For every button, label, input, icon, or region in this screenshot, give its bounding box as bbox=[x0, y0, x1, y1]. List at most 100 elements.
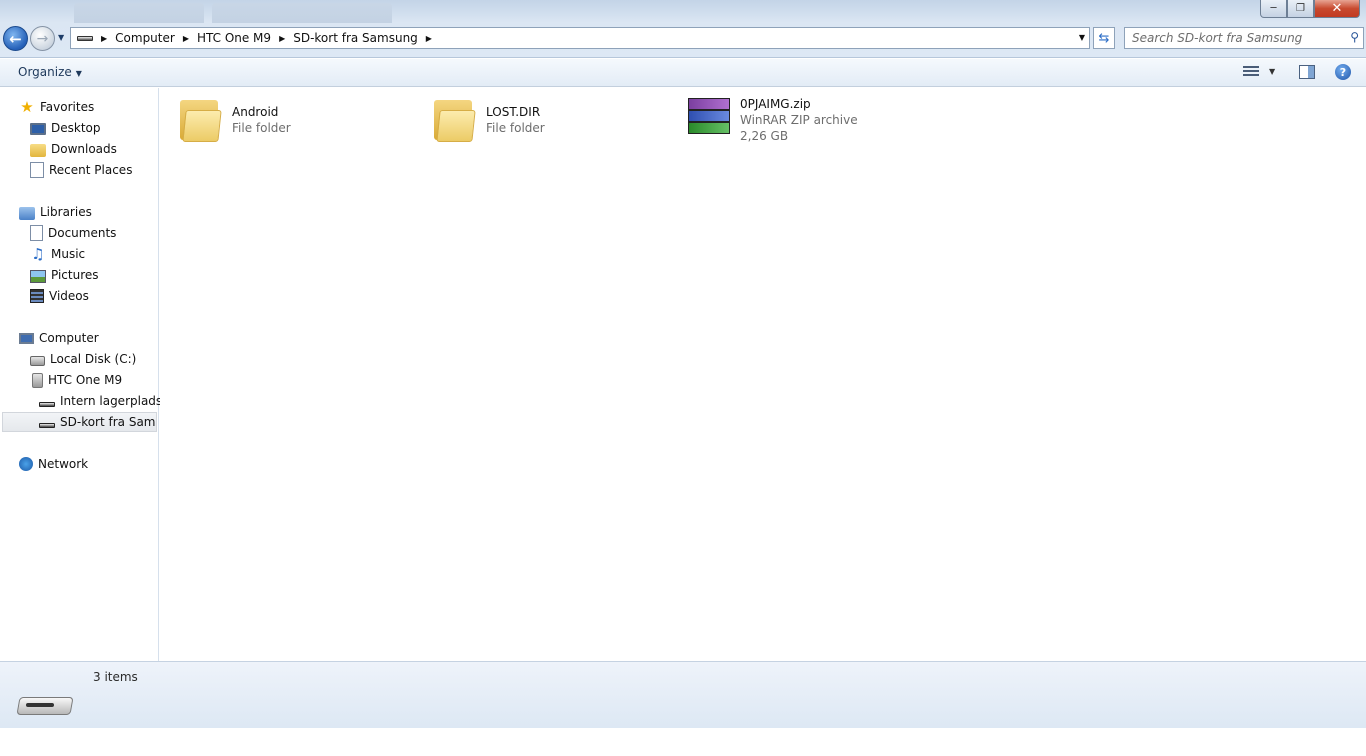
file-name: 0PJAIMG.zip bbox=[740, 97, 811, 111]
nav-label: Videos bbox=[49, 289, 89, 303]
network-icon bbox=[19, 457, 33, 471]
nav-label: Favorites bbox=[40, 100, 95, 114]
local-disk-icon bbox=[30, 356, 45, 366]
details-pane: 3 items bbox=[0, 661, 1366, 728]
nav-label: Music bbox=[51, 247, 86, 261]
nav-item-desktop[interactable]: Desktop bbox=[30, 118, 101, 138]
nav-label: HTC One M9 bbox=[48, 373, 123, 387]
title-bar: ─ ❐ ✕ ← → ▼ ▶ Computer ▶ HTC One M9 ▶ SD… bbox=[0, 0, 1366, 58]
caption-buttons: ─ ❐ ✕ bbox=[1260, 0, 1360, 18]
file-type: File folder bbox=[486, 121, 545, 135]
nav-item-music[interactable]: ♫ Music bbox=[30, 244, 85, 264]
window-bottom bbox=[0, 728, 1366, 756]
preview-pane-button[interactable] bbox=[1299, 65, 1315, 79]
chevron-right-icon[interactable]: ▶ bbox=[101, 34, 107, 43]
drive-icon bbox=[39, 401, 55, 407]
help-icon: ? bbox=[1339, 65, 1347, 79]
drive-icon bbox=[39, 422, 55, 428]
phone-icon bbox=[32, 372, 43, 388]
nav-item-htc-one-m9[interactable]: HTC One M9 bbox=[30, 370, 122, 390]
file-item-android[interactable]: Android File folder bbox=[180, 96, 400, 152]
nav-label: Libraries bbox=[40, 205, 92, 219]
nav-libraries[interactable]: Libraries bbox=[19, 202, 92, 222]
file-item-lost-dir[interactable]: LOST.DIR File folder bbox=[434, 96, 654, 152]
search-icon[interactable]: ⚲ bbox=[1350, 30, 1359, 44]
music-icon: ♫ bbox=[31, 245, 45, 263]
nav-label: Computer bbox=[39, 331, 99, 345]
drive-icon bbox=[77, 35, 93, 41]
nav-item-pictures[interactable]: Pictures bbox=[30, 265, 99, 285]
view-options-dropdown[interactable]: ▼ bbox=[1269, 67, 1275, 76]
search-input[interactable]: Search SD-kort fra Samsung ⚲ bbox=[1124, 27, 1364, 49]
nav-label: Recent Places bbox=[49, 163, 133, 177]
nav-item-local-disk[interactable]: Local Disk (C:) bbox=[30, 349, 136, 369]
chevron-right-icon[interactable]: ▶ bbox=[279, 34, 285, 43]
file-type: File folder bbox=[232, 121, 291, 135]
refresh-button[interactable]: ⇆ bbox=[1093, 27, 1115, 49]
nav-item-sd-kort[interactable]: SD-kort fra Samsu bbox=[2, 412, 157, 432]
nav-item-videos[interactable]: Videos bbox=[30, 286, 89, 306]
organize-button[interactable]: Organize ▼ bbox=[18, 65, 82, 79]
folder-icon bbox=[434, 96, 476, 144]
nav-computer[interactable]: Computer bbox=[19, 328, 99, 348]
videos-icon bbox=[30, 289, 44, 303]
navigation-pane: ★ Favorites Desktop Downloads Recent Pla… bbox=[0, 88, 162, 661]
search-placeholder: Search SD-kort fra Samsung bbox=[1132, 31, 1303, 45]
pictures-icon bbox=[30, 269, 46, 283]
nav-item-intern-lagerplads[interactable]: Intern lagerplads bbox=[39, 391, 162, 411]
file-type: WinRAR ZIP archive bbox=[740, 113, 858, 127]
star-icon: ★ bbox=[20, 98, 34, 116]
item-count: 3 items bbox=[93, 670, 138, 684]
minimize-button[interactable]: ─ bbox=[1260, 0, 1287, 18]
forward-button[interactable]: → bbox=[30, 26, 55, 51]
downloads-folder-icon bbox=[30, 143, 46, 157]
nav-label: Documents bbox=[48, 226, 117, 240]
nav-label: Downloads bbox=[51, 142, 117, 156]
back-button[interactable]: ← bbox=[3, 26, 28, 51]
file-list: Android File folder LOST.DIR File folder… bbox=[160, 88, 1366, 661]
chevron-down-icon: ▼ bbox=[75, 69, 82, 78]
address-bar[interactable]: ▶ Computer ▶ HTC One M9 ▶ SD-kort fra Sa… bbox=[70, 27, 1090, 49]
file-item-0pjaimg-zip[interactable]: 0PJAIMG.zip WinRAR ZIP archive 2,26 GB bbox=[688, 88, 928, 144]
chevron-right-icon[interactable]: ▶ bbox=[426, 34, 432, 43]
view-icon-line bbox=[1243, 70, 1259, 72]
nav-item-recent-places[interactable]: Recent Places bbox=[30, 160, 132, 180]
folder-icon bbox=[180, 96, 222, 144]
nav-item-downloads[interactable]: Downloads bbox=[30, 139, 117, 159]
nav-network[interactable]: Network bbox=[19, 454, 88, 474]
chevron-right-icon[interactable]: ▶ bbox=[183, 34, 189, 43]
nav-label: Intern lagerplads bbox=[60, 394, 163, 408]
nav-label: Local Disk (C:) bbox=[50, 352, 137, 366]
view-icon-line bbox=[1243, 74, 1259, 76]
documents-icon bbox=[30, 225, 43, 241]
winrar-archive-icon bbox=[688, 98, 732, 138]
desktop-icon bbox=[30, 123, 46, 135]
close-button[interactable]: ✕ bbox=[1314, 0, 1360, 18]
breadcrumb-computer[interactable]: Computer bbox=[115, 31, 175, 45]
recent-pages-button[interactable]: ▼ bbox=[58, 33, 64, 42]
nav-favorites[interactable]: ★ Favorites bbox=[19, 97, 94, 117]
breadcrumb-sd-kort[interactable]: SD-kort fra Samsung bbox=[293, 31, 418, 45]
change-view-button[interactable] bbox=[1243, 66, 1259, 79]
removable-drive-icon bbox=[16, 693, 74, 719]
computer-icon bbox=[19, 333, 34, 344]
nav-label: Pictures bbox=[51, 268, 99, 282]
breadcrumb-htc-one-m9[interactable]: HTC One M9 bbox=[197, 31, 271, 45]
help-button[interactable]: ? bbox=[1335, 64, 1351, 80]
background-tab bbox=[212, 3, 392, 23]
organize-label: Organize bbox=[18, 65, 72, 79]
address-history-dropdown[interactable]: ▼ bbox=[1079, 33, 1085, 42]
view-icon-line bbox=[1243, 66, 1259, 68]
restore-button[interactable]: ❐ bbox=[1287, 0, 1314, 18]
arrow-left-icon: ← bbox=[9, 29, 22, 48]
nav-label: Desktop bbox=[51, 121, 101, 135]
nav-item-documents[interactable]: Documents bbox=[30, 223, 116, 243]
nav-label: SD-kort fra Samsu bbox=[60, 415, 156, 429]
background-tab bbox=[74, 3, 204, 23]
file-size: 2,26 GB bbox=[740, 129, 789, 143]
file-name: LOST.DIR bbox=[486, 105, 541, 119]
recent-places-icon bbox=[30, 162, 44, 178]
libraries-icon bbox=[19, 206, 35, 220]
refresh-icon: ⇆ bbox=[1098, 30, 1110, 46]
file-name: Android bbox=[232, 105, 279, 119]
